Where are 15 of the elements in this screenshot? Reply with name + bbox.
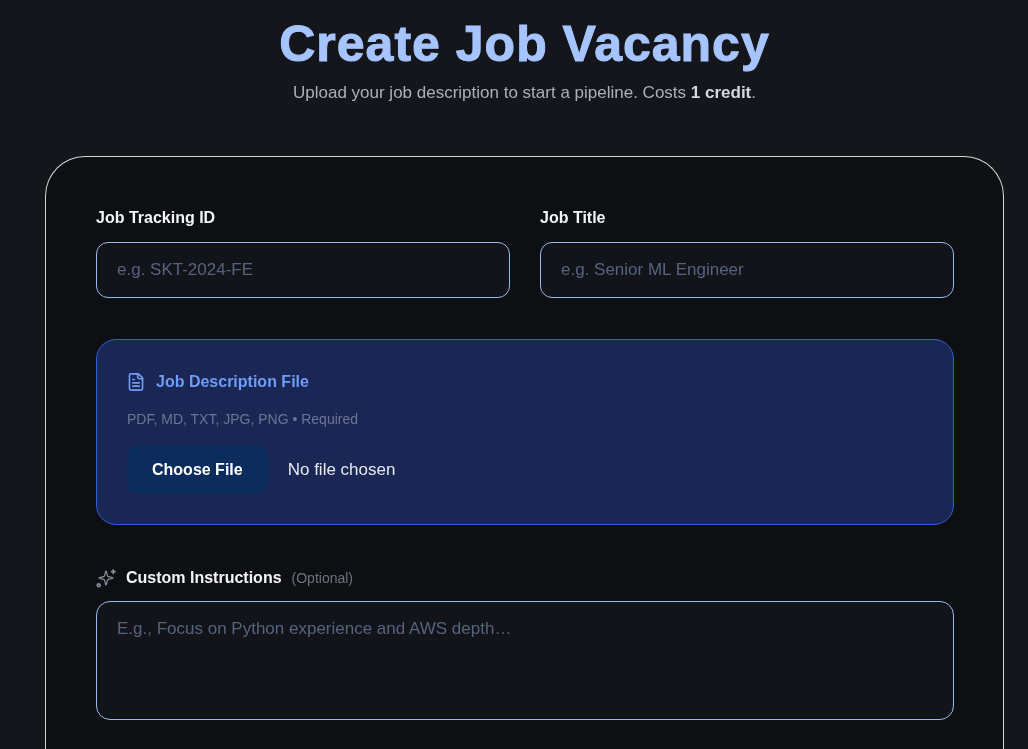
document-icon: [127, 373, 145, 391]
field-label: Job Tracking ID: [96, 208, 216, 228]
file-status: No file chosen: [287, 459, 396, 480]
optional-note: (Optional): [291, 570, 354, 586]
page-subtitle: Upload your job description to start a pipeline. Costs 1 credit.: [292, 82, 756, 104]
sparkle-icon: [96, 568, 116, 588]
file-types-hint: PDF, MD, TXT, JPG, PNG • Required: [127, 410, 359, 428]
upload-title: Job Description File: [156, 372, 309, 392]
page-title: Create Job Vacancy: [279, 15, 770, 74]
instructions-label: Custom Instructions: [126, 568, 282, 588]
field-label: Job Title: [540, 208, 606, 228]
input-field[interactable]: e.g. Senior ML Engineer: [540, 242, 954, 298]
choose-file-button[interactable]: Choose File: [127, 445, 268, 494]
input-field[interactable]: e.g. SKT-2024-FE: [96, 242, 510, 298]
instructions-field[interactable]: E.g., Focus on Python experience and AWS depth…: [96, 601, 954, 720]
